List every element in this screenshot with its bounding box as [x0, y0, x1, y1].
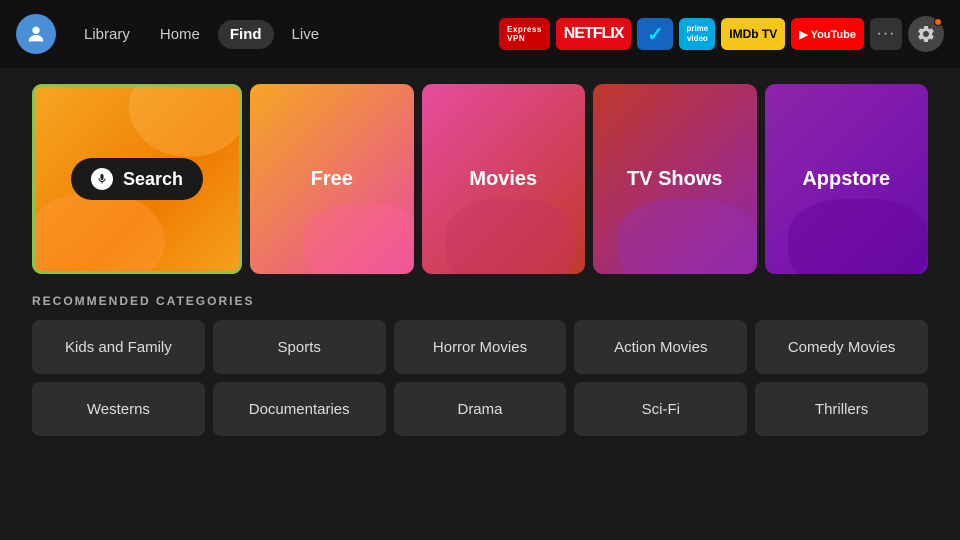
tile-movies-label: Movies: [469, 168, 537, 191]
tile-free[interactable]: Free: [250, 84, 414, 274]
app-expressvpn[interactable]: ExpressVPN: [499, 18, 550, 50]
nav-find[interactable]: Find: [218, 20, 274, 49]
category-sports[interactable]: Sports: [213, 320, 386, 374]
tile-free-label: Free: [311, 168, 353, 191]
more-apps-button[interactable]: ···: [870, 18, 902, 50]
app-prime[interactable]: primevideo: [679, 18, 715, 50]
settings-button[interactable]: [908, 16, 944, 52]
app-netflix[interactable]: NETFLIX: [556, 18, 632, 50]
avatar[interactable]: [16, 14, 56, 54]
tile-appstore-label: Appstore: [802, 168, 890, 191]
category-action-movies[interactable]: Action Movies: [574, 320, 747, 374]
category-comedy-movies[interactable]: Comedy Movies: [755, 320, 928, 374]
nav-live[interactable]: Live: [280, 20, 332, 49]
category-row-2: Westerns Documentaries Drama Sci-Fi Thri…: [32, 382, 928, 436]
search-pill[interactable]: Search: [71, 158, 203, 200]
nav-home[interactable]: Home: [148, 20, 212, 49]
category-grid: Kids and Family Sports Horror Movies Act…: [32, 320, 928, 436]
category-horror-movies[interactable]: Horror Movies: [394, 320, 567, 374]
app-freevee[interactable]: ✓: [637, 18, 673, 50]
tile-tvshows-label: TV Shows: [627, 168, 723, 191]
app-imdb[interactable]: IMDb TV: [721, 18, 785, 50]
category-row-1: Kids and Family Sports Horror Movies Act…: [32, 320, 928, 374]
search-label: Search: [123, 169, 183, 190]
recommended-title: RECOMMENDED CATEGORIES: [32, 294, 928, 308]
category-documentaries[interactable]: Documentaries: [213, 382, 386, 436]
tile-movies[interactable]: Movies: [422, 84, 586, 274]
category-thrillers[interactable]: Thrillers: [755, 382, 928, 436]
settings-notification-dot: [934, 18, 942, 26]
mic-icon: [91, 168, 113, 190]
category-sci-fi[interactable]: Sci-Fi: [574, 382, 747, 436]
tiles-row: Search Free Movies TV Shows Appstore: [32, 84, 928, 274]
category-drama[interactable]: Drama: [394, 382, 567, 436]
main-content: Search Free Movies TV Shows Appstore REC…: [0, 68, 960, 452]
nav-links: Library Home Find Live: [72, 20, 331, 49]
app-youtube[interactable]: ▶ YouTube: [791, 18, 864, 50]
app-icons: ExpressVPN NETFLIX ✓ primevideo IMDb TV …: [499, 16, 944, 52]
category-kids-family[interactable]: Kids and Family: [32, 320, 205, 374]
nav-library[interactable]: Library: [72, 20, 142, 49]
tile-search[interactable]: Search: [32, 84, 242, 274]
category-westerns[interactable]: Westerns: [32, 382, 205, 436]
top-nav: Library Home Find Live ExpressVPN NETFLI…: [0, 0, 960, 68]
tile-tvshows[interactable]: TV Shows: [593, 84, 757, 274]
tile-appstore[interactable]: Appstore: [765, 84, 929, 274]
